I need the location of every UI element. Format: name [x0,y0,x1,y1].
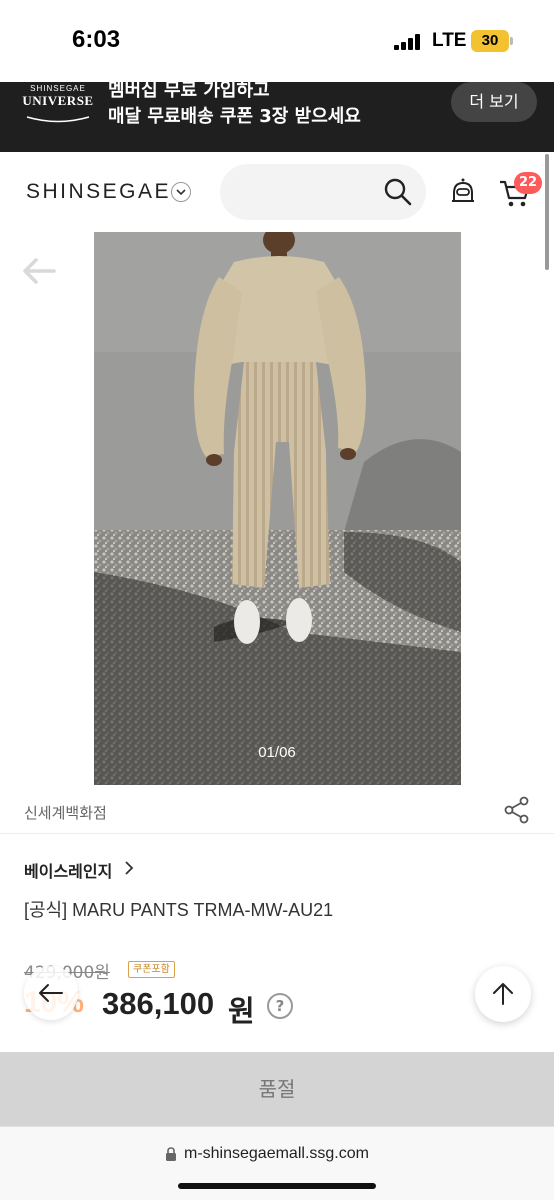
share-icon[interactable] [504,796,530,824]
page-scrollbar[interactable] [545,154,549,270]
photo-counter: 01/06 [258,744,296,761]
promo-text-line2: 매달 무료배송 쿠폰 3장 받으세요 [108,106,361,127]
signal-icon [394,34,420,50]
site-header: SHINSEGAE 22 [0,152,554,232]
back-button[interactable] [24,966,78,1020]
cart-count-badge: 22 [514,172,542,194]
status-bar: 6:03 LTE 30 [0,0,554,82]
promo-more-button[interactable]: 더 보기 [451,82,537,122]
image-prev-arrow-icon[interactable] [20,252,58,290]
search-input[interactable] [220,164,426,220]
price-help-icon[interactable]: ? [267,993,293,1019]
chatbot-icon[interactable] [448,177,478,207]
home-indicator[interactable] [178,1183,376,1189]
brand-link[interactable]: 베이스레인지 [24,858,112,882]
logo-swoosh-icon [26,116,90,123]
sale-price: 386,100 [102,986,215,1021]
brand-menu-chevron-icon[interactable] [171,182,191,202]
back-arrow-icon [39,984,63,1002]
network-label: LTE [432,30,467,51]
universe-logo-small: SHINSEGAE [30,84,86,93]
scroll-to-top-button[interactable] [475,966,531,1022]
chevron-right-icon[interactable] [123,860,135,876]
membership-promo-banner[interactable]: SHINSEGAE UNIVERSE 멤버십 무료 가입하고 매달 무료배송 쿠… [0,82,554,152]
arrow-up-icon [493,983,513,1005]
coupon-included-badge: 쿠폰포함 [128,961,175,978]
store-name[interactable]: 신세계백화점 [24,802,107,823]
lock-icon [166,1147,176,1161]
product-title: [공식] MARU PANTS TRMA-MW-AU21 [24,900,334,920]
url-text[interactable]: m-shinsegaemall.ssg.com [184,1145,369,1163]
brand-logo[interactable]: SHINSEGAE [26,180,171,204]
sale-price-currency: 원 [228,994,255,1028]
product-photo[interactable] [94,232,461,785]
search-icon[interactable] [383,177,413,207]
universe-logo: SHINSEGAE UNIVERSE [20,84,96,128]
promo-text-line1: 멤버십 무료 가입하고 [108,82,270,101]
universe-logo-big: UNIVERSE [22,93,94,108]
status-time: 6:03 [72,26,121,53]
battery-nub [510,37,513,45]
store-row: 신세계백화점 [0,790,554,834]
battery-icon: 30 [471,30,509,52]
browser-url-bar[interactable]: m-shinsegaemall.ssg.com [0,1126,554,1200]
soldout-button[interactable]: 품절 [0,1052,554,1126]
product-photo-illustration [94,232,461,785]
